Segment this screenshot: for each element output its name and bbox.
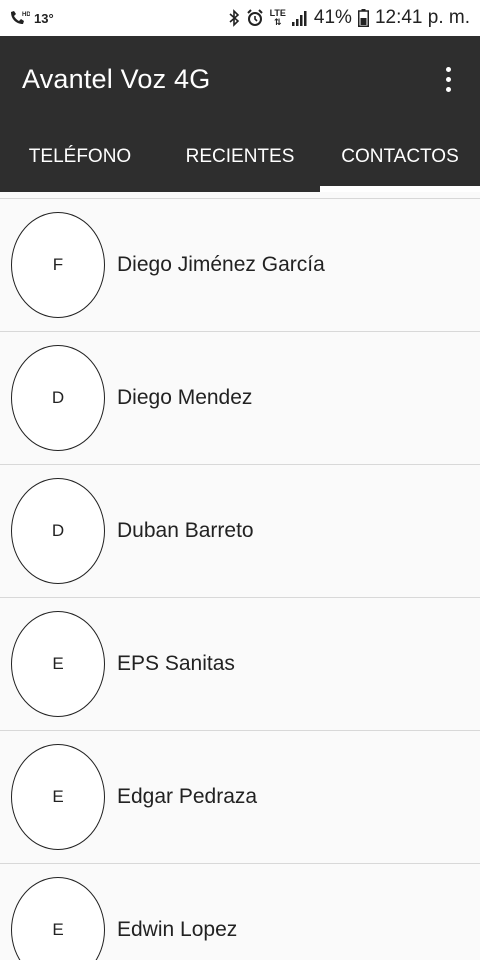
more-options-button[interactable] [424,49,472,109]
more-vertical-icon-dot [445,86,451,92]
contact-name: Diego Jiménez García [117,253,325,276]
tab-contactos[interactable]: CONTACTOS [320,122,480,192]
contact-avatar: D [11,478,105,584]
contact-row[interactable]: F Diego Jiménez García [0,199,480,332]
contact-row[interactable]: E EPS Sanitas [0,598,480,731]
battery-icon [357,9,369,27]
contact-avatar: E [11,611,105,717]
status-bar-right: LTE ⇅ 41% 12:41 p. m. [228,7,470,29]
contact-row[interactable]: D Duban Barreto [0,465,480,598]
contact-row[interactable]: D Diego Mendez [0,332,480,465]
alarm-icon [246,9,264,27]
more-vertical-icon [445,66,451,72]
contact-avatar: E [11,744,105,850]
lte-icon: LTE ⇅ [270,9,286,27]
status-bar: HD 13° LTE ⇅ 41% 12:41 p. m. [0,0,480,36]
contact-name: Edgar Pedraza [117,785,258,808]
signal-icon [291,10,308,26]
tab-recientes[interactable]: RECIENTES [160,122,320,192]
data-arrows-icon: ⇅ [273,17,282,27]
more-vertical-icon-dot [445,76,451,82]
contact-avatar: E [11,877,105,960]
bluetooth-icon [228,9,240,27]
tab-telefono[interactable]: TELÉFONO [0,122,160,192]
contact-name: Duban Barreto [117,519,254,542]
battery-percent: 41% [313,7,352,28]
app-title: Avantel Voz 4G [22,63,211,94]
contact-avatar: F [11,212,105,318]
contact-row[interactable]: E Edgar Pedraza [0,731,480,864]
weather-temperature: 13° [34,10,54,26]
app-bar: Avantel Voz 4G [0,36,480,122]
contact-name: Diego Mendez [117,386,253,409]
clock: 12:41 p. m. [374,7,470,28]
status-bar-left: HD 13° [8,9,54,27]
tab-bar: TELÉFONO RECIENTES CONTACTOS [0,122,480,192]
hd-call-icon: HD [8,9,30,27]
contact-row[interactable]: E Edwin Lopez [0,864,480,960]
svg-text:HD: HD [22,12,30,18]
contact-avatar: D [11,345,105,451]
contact-name: EPS Sanitas [117,652,235,675]
list-top-divider [0,192,480,199]
contact-name: Edwin Lopez [117,918,238,941]
contacts-list[interactable]: F Diego Jiménez García D Diego Mendez D … [0,192,480,960]
